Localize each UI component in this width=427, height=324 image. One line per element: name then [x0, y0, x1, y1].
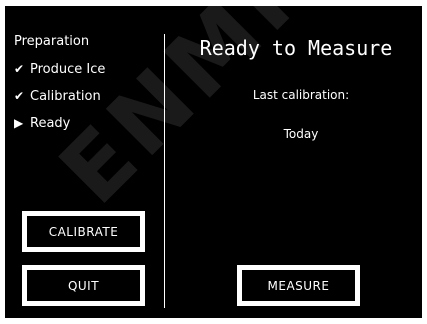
vertical-divider [164, 34, 165, 308]
bottom-border [0, 318, 427, 324]
step-ready: ▶ Ready [14, 115, 70, 132]
step-produce-ice: ✔ Produce Ice [14, 61, 105, 78]
quit-button[interactable]: QUIT [22, 265, 145, 306]
step-label: Calibration [30, 89, 101, 104]
page-title: Ready to Measure [199, 36, 393, 60]
device-screen: ENMIN Preparation ✔ Produce Ice ✔ Calibrat… [0, 0, 427, 324]
left-border [0, 0, 5, 324]
step-calibration: ✔ Calibration [14, 88, 101, 105]
calibrate-button[interactable]: CALIBRATE [22, 211, 145, 252]
check-icon: ✔ [14, 62, 25, 76]
step-label: Produce Ice [30, 62, 106, 77]
measure-button[interactable]: MEASURE [237, 265, 360, 306]
quit-button-label: QUIT [25, 268, 142, 303]
calibrate-button-label: CALIBRATE [25, 214, 142, 249]
check-icon: ✔ [14, 89, 25, 103]
last-calibration-value: Today [283, 127, 319, 141]
top-border [0, 0, 427, 6]
step-label: Ready [30, 116, 71, 131]
last-calibration-label: Last calibration: [252, 88, 350, 102]
current-step-arrow-icon: ▶ [14, 116, 24, 130]
right-border [422, 0, 427, 324]
sidebar-title: Preparation [14, 34, 90, 49]
measure-button-label: MEASURE [240, 268, 357, 303]
